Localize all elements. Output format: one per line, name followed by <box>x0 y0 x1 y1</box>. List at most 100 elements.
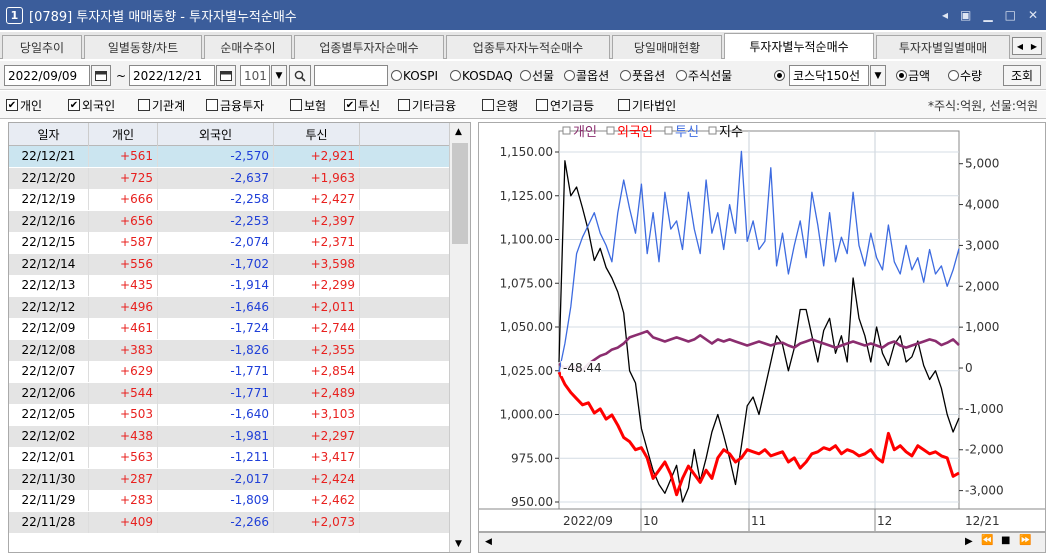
market-radio-stock-futures[interactable]: 주식선물 <box>676 65 732 86</box>
empty-cell <box>360 189 449 210</box>
fast-forward-icon[interactable]: ⏩ <box>1019 535 1031 546</box>
filter-trust[interactable]: ✔ 투신 <box>344 97 380 113</box>
left-axis-tick-label: 1,000.00 <box>500 408 553 422</box>
code-input[interactable]: 101 <box>240 65 270 86</box>
stop-icon[interactable]: ■ <box>1001 535 1010 546</box>
table-row[interactable]: 22/12/08 +383 -1,826 +2,355 <box>9 339 449 361</box>
restore-icon[interactable]: ▣ <box>960 8 971 22</box>
play-icon[interactable]: ▶ <box>965 536 973 547</box>
view-radio-quantity[interactable]: 수량 <box>948 65 982 86</box>
filter-financial-investment[interactable]: 금융투자 <box>206 97 264 113</box>
filter-label: 개인 <box>20 98 43 113</box>
chart-horizontal-scrollbar[interactable]: ◀ ▶ ⏪ ■ ⏩ <box>478 532 1046 553</box>
tab-daily-trend[interactable]: 당일추이 <box>2 35 82 59</box>
column-header[interactable]: 일자 <box>9 123 89 146</box>
value-cell: +2,489 <box>274 382 360 404</box>
column-header[interactable]: 개인 <box>89 123 158 146</box>
tab-today-status[interactable]: 당일매매현황 <box>612 35 722 59</box>
table-row[interactable]: 22/12/02 +438 -1,981 +2,297 <box>9 425 449 447</box>
market-radio-put[interactable]: 풋옵션 <box>620 65 665 86</box>
value-cell: -2,637 <box>158 167 274 189</box>
table-row[interactable]: 22/12/05 +503 -1,640 +3,103 <box>9 404 449 425</box>
index-select[interactable]: 코스닥150선 <box>789 65 869 86</box>
right-axis-tick-label: -3,000 <box>965 484 1004 498</box>
filter-pension[interactable]: 연기금등 <box>536 97 594 113</box>
value-cell: -1,771 <box>158 382 274 404</box>
index-dropdown-button[interactable]: ▼ <box>870 65 886 86</box>
market-radio-call[interactable]: 콜옵션 <box>564 65 609 86</box>
tab-investor-cumulative[interactable]: 투자자별누적순매수 <box>724 33 874 59</box>
table-row[interactable]: 22/12/20 +725 -2,637 +1,963 <box>9 167 449 189</box>
tab-next-icon[interactable]: ▶ <box>1031 42 1037 51</box>
value-cell: -1,981 <box>158 425 274 447</box>
legend-marker <box>562 126 571 135</box>
radio-label: 콜옵션 <box>576 69 610 83</box>
table-row[interactable]: 22/12/07 +629 -1,771 +2,854 <box>9 361 449 382</box>
scroll-left-icon[interactable]: ◀ <box>485 537 492 547</box>
table-row[interactable]: 22/12/13 +435 -1,914 +2,299 <box>9 275 449 296</box>
start-date-input[interactable]: 2022/09/09 <box>4 65 90 86</box>
market-radio-kospi[interactable]: KOSPI <box>391 65 438 86</box>
table-row[interactable]: 22/12/12 +496 -1,646 +2,011 <box>9 296 449 318</box>
filter-institution[interactable]: 기관계 <box>138 97 185 113</box>
filter-bank[interactable]: 은행 <box>482 97 518 113</box>
start-calendar-button[interactable] <box>91 65 111 86</box>
radio-circle-selected <box>774 70 785 81</box>
x-axis-tick-label: 2022/09 <box>563 514 613 528</box>
scroll-down-icon[interactable]: ▼ <box>455 539 462 549</box>
table-row[interactable]: 22/11/29 +283 -1,809 +2,462 <box>9 490 449 511</box>
column-header[interactable]: 외국인 <box>158 123 274 146</box>
search-button[interactable] <box>289 65 311 86</box>
scroll-up-icon[interactable]: ▲ <box>455 127 462 137</box>
rewind-icon[interactable]: ⏪ <box>981 535 993 546</box>
filter-individual[interactable]: ✔ 개인 <box>6 97 42 113</box>
code-dropdown-button[interactable]: ▼ <box>271 65 287 86</box>
filter-insurance[interactable]: 보험 <box>290 97 326 113</box>
table-row[interactable]: 22/12/01 +563 -1,211 +3,417 <box>9 447 449 468</box>
filter-foreign[interactable]: ✔ 외국인 <box>68 97 115 113</box>
market-radio-index[interactable] <box>774 65 786 86</box>
table-row[interactable]: 22/11/28 +409 -2,266 +2,073 <box>9 511 449 533</box>
window-title: [0789] 투자자별 매매동향 - 투자자별누적순매수 <box>29 9 297 25</box>
date-cell: 22/12/06 <box>9 382 89 404</box>
table-vertical-scrollbar[interactable]: ▲ ▼ <box>449 123 470 552</box>
value-cell: +2,011 <box>274 296 360 318</box>
column-header[interactable]: 투신 <box>274 123 360 146</box>
table-row[interactable]: 22/12/19 +666 -2,258 +2,427 <box>9 189 449 210</box>
filter-other-finance[interactable]: 기타금융 <box>398 97 456 113</box>
query-button[interactable]: 조회 <box>1003 65 1041 86</box>
tab-bar: 당일추이 일별동향/차트 순매수추이 업종별투자자순매수 업종투자자누적순매수 … <box>0 32 1046 59</box>
end-calendar-button[interactable] <box>216 65 236 86</box>
name-display-field[interactable] <box>314 65 388 86</box>
tab-sector-net-buy[interactable]: 업종별투자자순매수 <box>294 35 444 59</box>
radio-circle <box>676 70 687 81</box>
value-cell: -1,826 <box>158 339 274 361</box>
tab-sector-cumulative[interactable]: 업종투자자누적순매수 <box>446 35 610 59</box>
market-radio-kosdaq[interactable]: KOSDAQ <box>450 65 513 86</box>
minimize-icon[interactable]: ▁ <box>983 8 992 22</box>
table-row[interactable]: 22/12/16 +656 -2,253 +2,397 <box>9 210 449 232</box>
table-row[interactable]: 22/12/21 +561 -2,570 +2,921 <box>9 146 449 167</box>
scroll-thumb[interactable] <box>452 143 468 244</box>
view-radio-amount[interactable]: 금액 <box>896 65 930 86</box>
close-icon[interactable]: ✕ <box>1028 8 1038 22</box>
table-row[interactable]: 22/12/09 +461 -1,724 +2,744 <box>9 318 449 339</box>
query-toolbar: 2022/09/09 ~ 2022/12/21 101 ▼ KOSPI KOSD… <box>0 61 1046 90</box>
table-row[interactable]: 22/12/15 +587 -2,074 +2,371 <box>9 232 449 253</box>
value-cell: +283 <box>89 490 158 511</box>
table-row[interactable]: 22/12/14 +556 -1,702 +3,598 <box>9 253 449 275</box>
tab-daily-chart[interactable]: 일별동향/차트 <box>84 35 202 59</box>
empty-cell <box>360 211 449 232</box>
empty-cell <box>360 168 449 189</box>
maximize-icon[interactable]: □ <box>1005 8 1016 22</box>
end-date-input[interactable]: 2022/12/21 <box>129 65 215 86</box>
market-radio-futures[interactable]: 선물 <box>520 65 554 86</box>
tab-investor-daily[interactable]: 투자자별일별매매 <box>876 35 1010 59</box>
table-row[interactable]: 22/11/30 +287 -2,017 +2,424 <box>9 468 449 490</box>
tab-prev-icon[interactable]: ◀ <box>1017 42 1023 51</box>
table-row[interactable]: 22/12/06 +544 -1,771 +2,489 <box>9 382 449 404</box>
tab-net-buy-trend[interactable]: 순매수추이 <box>204 35 292 59</box>
filter-other-corp[interactable]: 기타법인 <box>618 97 676 113</box>
collapse-icon[interactable]: ◂ <box>942 8 948 22</box>
right-axis-tick-label: -2,000 <box>965 443 1004 457</box>
